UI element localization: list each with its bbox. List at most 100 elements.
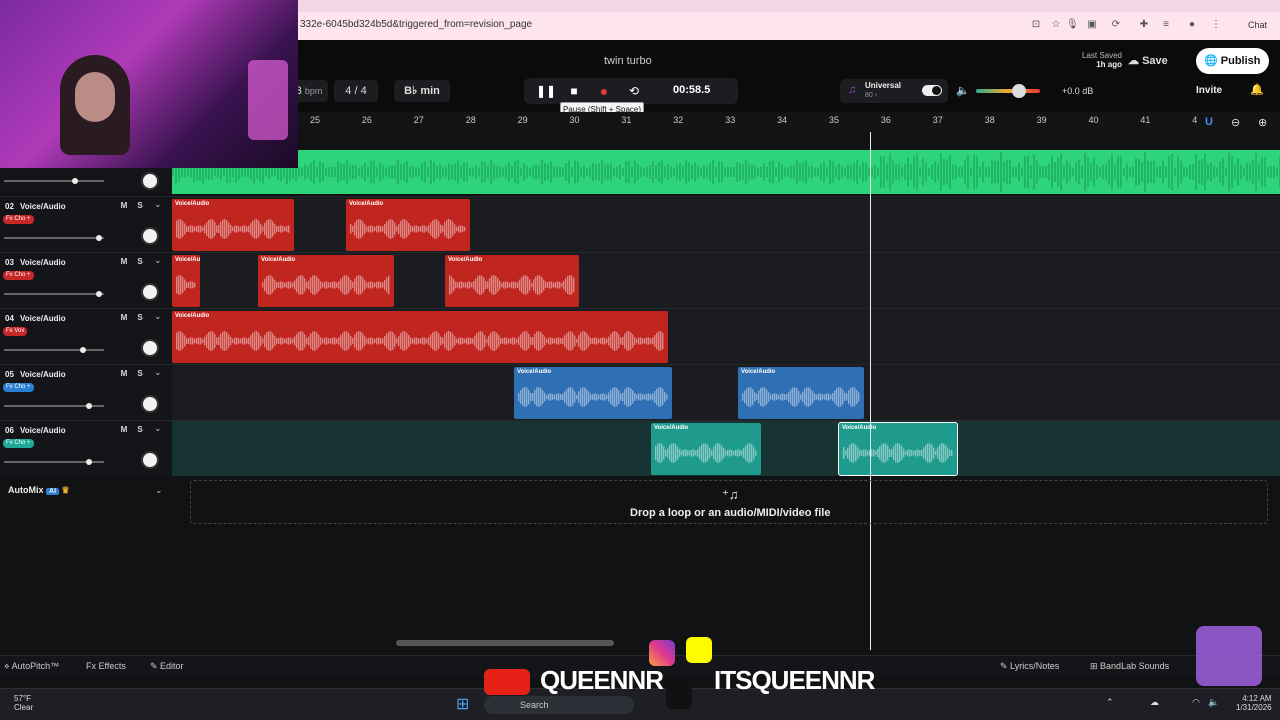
profile-icon[interactable]: ● (1186, 19, 1198, 31)
refresh-icon[interactable]: ⟳ (1110, 19, 1122, 31)
track-name[interactable]: Voice/Audio (20, 370, 66, 379)
sounds-button[interactable]: ⊞ BandLab Sounds (1090, 661, 1169, 672)
time-signature[interactable]: 4 / 4 (334, 80, 378, 102)
speaker-icon[interactable]: 🔈 (956, 84, 970, 97)
volume-icon[interactable]: 🔈 (1208, 697, 1219, 708)
wifi-icon[interactable]: ◠ (1192, 697, 1200, 708)
tray-chevron-icon[interactable]: ⌃ (1106, 697, 1114, 708)
track-lane[interactable]: Voice/Audio Voice/Audio (172, 420, 1280, 476)
effects-button[interactable]: Fx Effects (86, 661, 126, 671)
universal-preset[interactable]: ♫ Universal 80 › (840, 79, 948, 103)
mute-button[interactable]: M (119, 201, 129, 210)
track-header[interactable]: 05 Voice/Audio Fx Cho + M S ⌄ (0, 364, 172, 420)
cloud-icon[interactable]: ☁ (1150, 697, 1159, 708)
horizontal-scrollbar[interactable] (396, 640, 614, 646)
chevron-down-icon[interactable]: ⌄ (154, 199, 162, 210)
menu-icon[interactable]: ≡ (1160, 19, 1172, 31)
volume-fader-knob[interactable] (96, 291, 102, 297)
url-text[interactable]: 332e-6045bd324b5d&triggered_from=revisio… (300, 19, 532, 30)
loop-icon[interactable]: ⟲ (626, 83, 642, 99)
key-selector[interactable]: B♭ min (394, 80, 450, 102)
audio-clip[interactable]: Voice/Audio (838, 422, 958, 476)
chevron-down-icon[interactable]: ⌄ (155, 485, 163, 496)
audio-clip[interactable]: Voice/Audio (172, 311, 668, 363)
track-header[interactable]: 03 Voice/Audio Fx Cho + M S ⌄ (0, 252, 172, 308)
solo-button[interactable]: S (135, 425, 145, 434)
audio-clip[interactable]: Voice/Audio (346, 199, 470, 251)
track-header[interactable]: 04 Voice/Audio Fx Vox M S ⌄ (0, 308, 172, 364)
editor-button[interactable]: ✎ Editor (150, 661, 184, 672)
track-lane[interactable]: Voice/Audio Voice/Audio Voice/Audio (172, 252, 1280, 308)
project-title[interactable]: twin turbo (604, 55, 652, 67)
more-icon[interactable]: ⋮ (1210, 19, 1222, 31)
publish-button[interactable]: 🌐 Publish (1196, 48, 1269, 74)
weather-widget[interactable]: 57°F Clear (14, 694, 33, 712)
track-name[interactable]: Voice/Audio (20, 202, 66, 211)
pan-knob[interactable] (141, 283, 159, 301)
solo-button[interactable]: S (135, 369, 145, 378)
solo-button[interactable]: S (135, 313, 145, 322)
audio-clip[interactable]: Voice/Audio (738, 367, 864, 419)
fx-tag[interactable]: Fx Cho + (3, 215, 34, 224)
track-name[interactable]: Voice/Audio (20, 258, 66, 267)
mute-button[interactable]: M (119, 425, 129, 434)
track-lane[interactable]: Voice/Audio Voice/Audio (172, 364, 1280, 420)
solo-button[interactable]: S (135, 257, 145, 266)
fx-tag[interactable]: Fx Cho + (3, 439, 34, 448)
audio-clip[interactable]: Voice/Audio (514, 367, 672, 419)
chevron-down-icon[interactable]: ⌄ (154, 255, 162, 266)
mute-button[interactable]: M (119, 257, 129, 266)
volume-fader-knob[interactable] (80, 347, 86, 353)
bell-icon[interactable]: 🔔 (1250, 83, 1264, 96)
pan-knob[interactable] (141, 451, 159, 469)
audio-clip[interactable]: Voice/Audio (651, 423, 761, 475)
fx-tag[interactable]: Fx Vox (3, 327, 28, 336)
zoom-in-icon[interactable]: ⊕ (1258, 116, 1267, 129)
volume-fader[interactable] (4, 180, 104, 182)
master-volume-slider[interactable] (976, 89, 1040, 93)
volume-fader-knob[interactable] (86, 403, 92, 409)
mute-button[interactable]: M (119, 369, 129, 378)
track-lane[interactable]: Voice/Audio (172, 308, 1280, 364)
save-button[interactable]: ☁ Save (1128, 50, 1188, 72)
universal-toggle[interactable] (922, 85, 942, 96)
volume-fader-knob[interactable] (86, 459, 92, 465)
playhead[interactable] (870, 132, 871, 650)
fx-tag[interactable]: Fx Cho + (3, 271, 34, 280)
volume-fader[interactable] (4, 349, 104, 351)
volume-fader[interactable] (4, 237, 104, 239)
master-volume-knob[interactable] (1012, 84, 1026, 98)
solo-button[interactable]: S (135, 201, 145, 210)
pan-knob[interactable] (141, 227, 159, 245)
track-name[interactable]: Voice/Audio (20, 426, 66, 435)
magnet-icon[interactable]: U (1205, 116, 1213, 128)
audio-clip[interactable]: Voice/Audio (172, 255, 200, 307)
pan-knob[interactable] (141, 339, 159, 357)
track-name[interactable]: Voice/Audio (20, 314, 66, 323)
system-clock[interactable]: 4:12 AM 1/31/2026 (1236, 694, 1272, 712)
chevron-down-icon[interactable]: ⌄ (154, 311, 162, 322)
puzzle-icon[interactable]: ✚ (1138, 19, 1150, 31)
track-header[interactable]: 02 Voice/Audio Fx Cho + M S ⌄ (0, 196, 172, 252)
track-header[interactable]: 06 Voice/Audio Fx Cho + M S ⌄ (0, 420, 172, 476)
automix-row[interactable]: AutoMix AI ♛ (8, 485, 70, 496)
pause-icon[interactable]: ❚❚ (536, 83, 556, 99)
zoom-out-icon[interactable]: ⊖ (1231, 116, 1240, 129)
record-icon[interactable]: ● (596, 83, 612, 99)
star-icon[interactable]: ☆ (1050, 19, 1062, 31)
windows-start-icon[interactable]: ⊞ (456, 694, 469, 714)
track-lane[interactable]: Voice/Audio Voice/Audio (172, 196, 1280, 252)
fx-tag[interactable]: Fx Cho + (3, 383, 34, 392)
share-icon[interactable]: ⊡ (1030, 19, 1042, 31)
pan-knob[interactable] (141, 172, 159, 190)
pan-knob[interactable] (141, 395, 159, 413)
lyrics-button[interactable]: ✎ Lyrics/Notes (1000, 661, 1059, 672)
audio-clip[interactable]: Voice/Audio (258, 255, 394, 307)
volume-fader-knob[interactable] (96, 235, 102, 241)
chevron-down-icon[interactable]: ⌄ (154, 367, 162, 378)
mic-icon[interactable]: 🎙 (1066, 19, 1079, 31)
volume-fader-knob[interactable] (72, 178, 78, 184)
chat-button[interactable]: Chat (1232, 15, 1276, 35)
mute-button[interactable]: M (119, 313, 129, 322)
chevron-down-icon[interactable]: ⌄ (154, 423, 162, 434)
